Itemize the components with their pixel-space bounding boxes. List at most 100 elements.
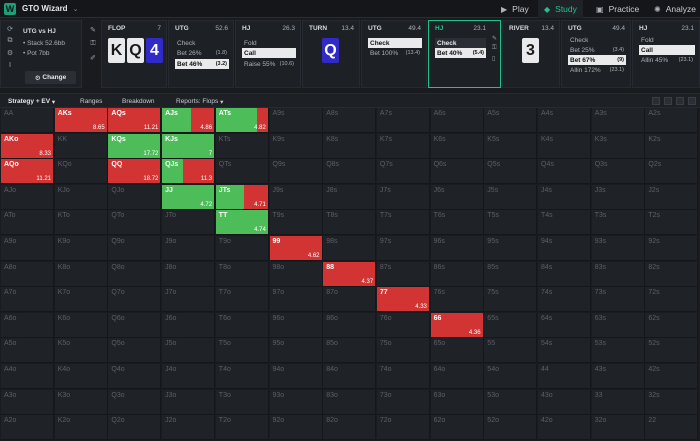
hand-cell-52o[interactable]: 52o	[484, 415, 538, 441]
hand-cell-A4s[interactable]: A4s	[538, 108, 591, 133]
hand-cell-A7s[interactable]: A7s	[376, 108, 430, 133]
hand-cell-AQo[interactable]: AQo 11.21	[1, 159, 54, 185]
hand-cell-KJo[interactable]: KJo	[54, 184, 108, 210]
hand-cell-98o[interactable]: 98o	[269, 261, 323, 287]
stage-flop[interactable]: FLOP 7 K Q 4	[101, 20, 167, 88]
hand-cell-88[interactable]: 88 4.37	[323, 261, 377, 287]
hand-cell-T2o[interactable]: T2o	[215, 415, 269, 441]
hand-cell-QTo[interactable]: QTo	[108, 210, 162, 236]
lock-icon[interactable]: ⚿	[90, 40, 95, 48]
hand-cell-99[interactable]: 99 4.62	[269, 236, 323, 261]
hand-cell-J4o[interactable]: J4o	[162, 364, 216, 389]
hand-cell-KTo[interactable]: KTo	[54, 210, 108, 236]
hand-cell-98s[interactable]: 98s	[323, 236, 377, 261]
hand-cell-82s[interactable]: 82s	[645, 261, 699, 287]
hand-cell-65s[interactable]: 65s	[484, 312, 538, 338]
hand-cell-Q3o[interactable]: Q3o	[108, 389, 162, 415]
hand-cell-72s[interactable]: 72s	[645, 287, 699, 313]
hand-cell-J6s[interactable]: J6s	[430, 184, 484, 210]
hand-cell-87o[interactable]: 87o	[323, 287, 377, 313]
view-icon-3[interactable]	[676, 97, 684, 105]
hand-cell-72o[interactable]: 72o	[376, 415, 430, 441]
hand-cell-64s[interactable]: 64s	[538, 312, 591, 338]
hand-cell-75s[interactable]: 75s	[484, 287, 538, 313]
hand-cell-K6s[interactable]: K6s	[430, 133, 484, 159]
hand-cell-J7s[interactable]: J7s	[376, 184, 430, 210]
hand-cell-76s[interactable]: 76s	[430, 287, 484, 313]
hand-cell-95s[interactable]: 95s	[484, 236, 538, 261]
hand-cell-Q9o[interactable]: Q9o	[108, 236, 162, 261]
hand-cell-K7s[interactable]: K7s	[376, 133, 430, 159]
hand-cell-J6o[interactable]: J6o	[162, 312, 216, 338]
hand-cell-T6o[interactable]: T6o	[215, 312, 269, 338]
hand-cell-44[interactable]: 44	[538, 364, 591, 389]
hand-cell-K8o[interactable]: K8o	[54, 261, 108, 287]
action-option[interactable]: Bet 100% (13.4)	[368, 48, 422, 58]
action-option-selected[interactable]: Bet 40% (5.4)	[435, 48, 486, 58]
hand-cell-63s[interactable]: 63s	[591, 312, 645, 338]
hand-cell-54o[interactable]: 54o	[484, 364, 538, 389]
hand-cell-63o[interactable]: 63o	[430, 389, 484, 415]
nav-study[interactable]: ◆ Study	[538, 0, 583, 18]
hand-cell-A5o[interactable]: A5o	[1, 338, 54, 364]
hand-cell-ATs[interactable]: ATs 4.82	[215, 108, 269, 133]
hand-cell-JTs[interactable]: JTs 4.71	[215, 184, 269, 210]
hand-cell-J4s[interactable]: J4s	[538, 184, 591, 210]
hand-cell-83o[interactable]: 83o	[323, 389, 377, 415]
hand-cell-96o[interactable]: 96o	[269, 312, 323, 338]
hand-cell-AQs[interactable]: AQs 11.21	[108, 108, 162, 133]
hand-cell-73o[interactable]: 73o	[376, 389, 430, 415]
hand-cell-K9o[interactable]: K9o	[54, 236, 108, 261]
hand-cell-J9o[interactable]: J9o	[162, 236, 216, 261]
hand-cell-Q4s[interactable]: Q4s	[538, 159, 591, 185]
hand-cell-TT[interactable]: TT 4.74	[215, 210, 269, 236]
hand-cell-62o[interactable]: 62o	[430, 415, 484, 441]
hand-cell-93o[interactable]: 93o	[269, 389, 323, 415]
hand-cell-T5o[interactable]: T5o	[215, 338, 269, 364]
action-option[interactable]: Allin 172% (23.1)	[568, 65, 626, 75]
hand-cell-J9s[interactable]: J9s	[269, 184, 323, 210]
hand-cell-33[interactable]: 33	[591, 389, 645, 415]
hand-cell-82o[interactable]: 82o	[323, 415, 377, 441]
hand-cell-Q9s[interactable]: Q9s	[269, 159, 323, 185]
hand-cell-Q7s[interactable]: Q7s	[376, 159, 430, 185]
hand-cell-T3s[interactable]: T3s	[591, 210, 645, 236]
action-option-selected[interactable]: Call	[242, 48, 296, 58]
hand-cell-87s[interactable]: 87s	[376, 261, 430, 287]
hand-cell-AKs[interactable]: AKs 8.65	[54, 108, 108, 133]
action-option[interactable]: Check	[175, 38, 229, 48]
stage-hj-flop[interactable]: HJ 26.3 Fold Call Raise 55% (10.6)	[235, 20, 301, 88]
hand-cell-K2s[interactable]: K2s	[645, 133, 699, 159]
hand-cell-75o[interactable]: 75o	[376, 338, 430, 364]
hand-cell-43s[interactable]: 43s	[591, 364, 645, 389]
hand-cell-K5s[interactable]: K5s	[484, 133, 538, 159]
hand-cell-QTs[interactable]: QTs	[215, 159, 269, 185]
hand-cell-Q6s[interactable]: Q6s	[430, 159, 484, 185]
action-option[interactable]: Allin 45% (23.1)	[639, 55, 695, 65]
hand-cell-A6s[interactable]: A6s	[430, 108, 484, 133]
hand-cell-J8s[interactable]: J8s	[323, 184, 377, 210]
tab-breakdown[interactable]: Breakdown	[122, 94, 155, 109]
hand-cell-Q8s[interactable]: Q8s	[323, 159, 377, 185]
hand-cell-76o[interactable]: 76o	[376, 312, 430, 338]
hand-cell-T4o[interactable]: T4o	[215, 364, 269, 389]
pencil-icon[interactable]: ✎	[90, 26, 96, 34]
hand-cell-22[interactable]: 22	[645, 415, 699, 441]
hand-cell-KQs[interactable]: KQs 17.72	[108, 133, 162, 159]
hand-cell-AKo[interactable]: AKo 8.33	[1, 133, 54, 159]
hand-cell-J2o[interactable]: J2o	[162, 415, 216, 441]
hand-cell-KK[interactable]: KK	[54, 133, 108, 159]
hand-cell-42o[interactable]: 42o	[538, 415, 591, 441]
hand-cell-85o[interactable]: 85o	[323, 338, 377, 364]
hand-cell-74o[interactable]: 74o	[376, 364, 430, 389]
action-option[interactable]: Bet 26% (1.8)	[175, 48, 229, 58]
pencil-icon[interactable]: ✎	[492, 35, 497, 42]
hand-cell-83s[interactable]: 83s	[591, 261, 645, 287]
hand-cell-85s[interactable]: 85s	[484, 261, 538, 287]
hand-cell-32s[interactable]: 32s	[645, 389, 699, 415]
hand-cell-A7o[interactable]: A7o	[1, 287, 54, 313]
hand-cell-55[interactable]: 55	[484, 338, 538, 364]
hand-cell-A5s[interactable]: A5s	[484, 108, 538, 133]
hand-cell-A6o[interactable]: A6o	[1, 312, 54, 338]
hand-cell-T8o[interactable]: T8o	[215, 261, 269, 287]
